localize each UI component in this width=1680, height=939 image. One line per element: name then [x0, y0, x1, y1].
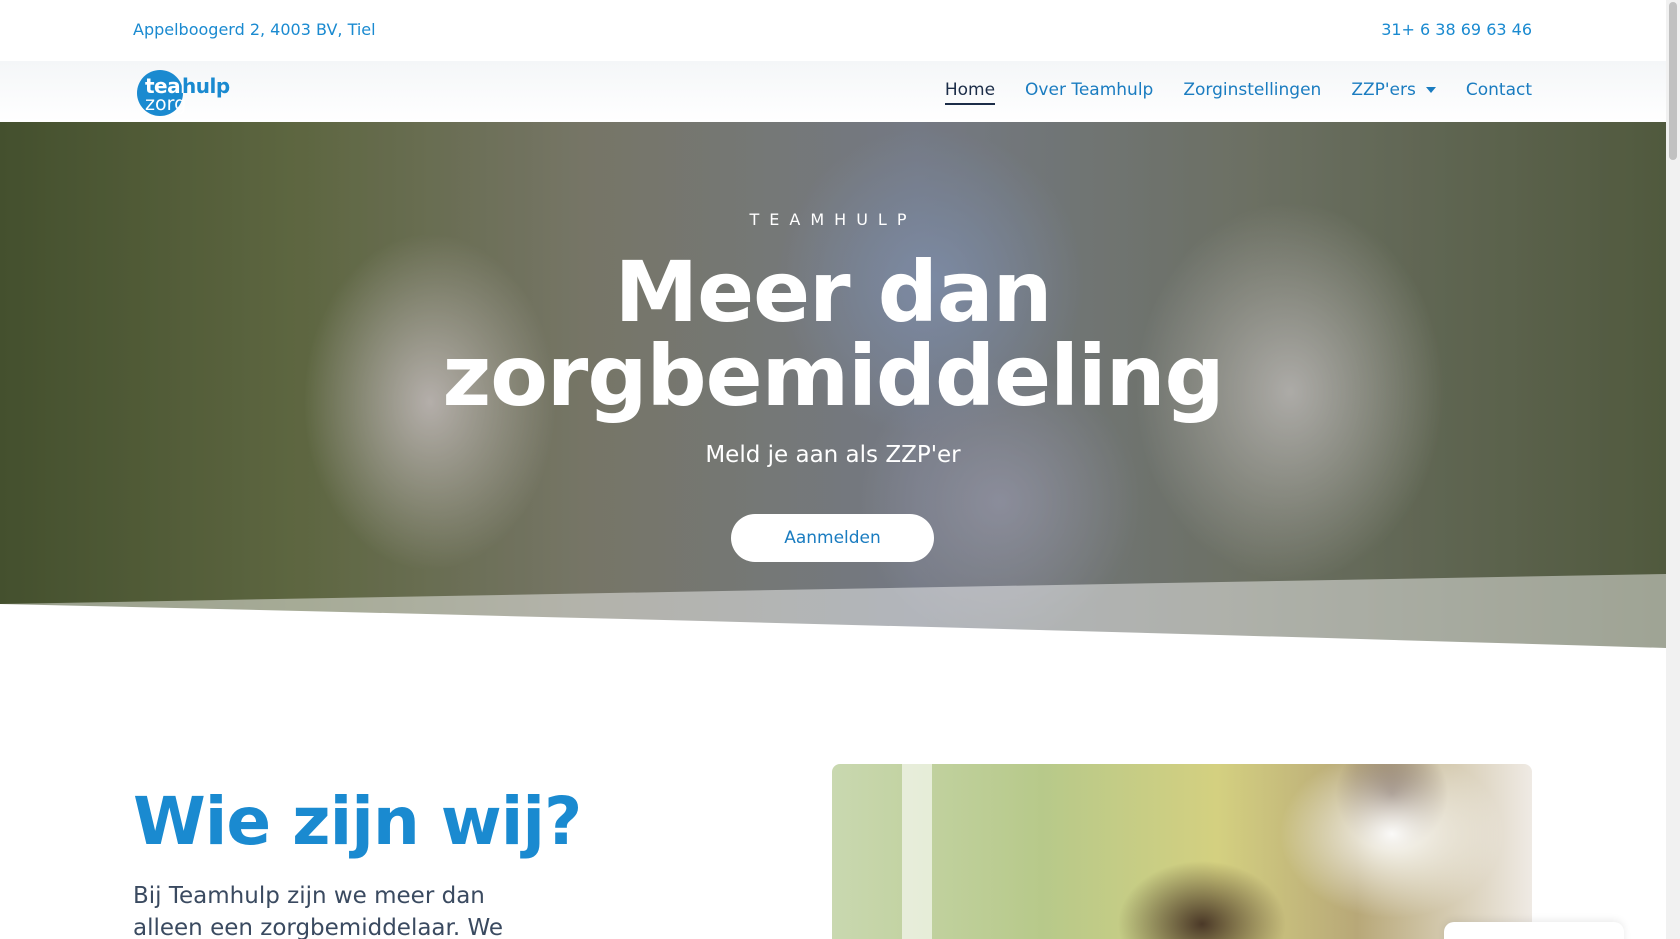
- hero-headline: Meer dan zorgbemiddeling: [0, 250, 1666, 418]
- scrollbar-thumb[interactable]: [1669, 2, 1677, 160]
- about-title: Wie zijn wij?: [133, 783, 582, 860]
- logo-text-zorg: zorg: [145, 93, 187, 115]
- phone-link[interactable]: 31+ 6 38 69 63 46: [1381, 20, 1532, 39]
- main-navigation: team hulp zorg Home Over Teamhulp Zorgin…: [0, 61, 1666, 122]
- logo-text-hulp: hulp: [182, 74, 230, 98]
- hero-headline-line2: zorgbemiddeling: [442, 327, 1224, 425]
- about-photo: [832, 764, 1532, 939]
- hero-section: TEAMHULP Meer dan zorgbemiddeling Meld j…: [0, 122, 1666, 648]
- top-contact-bar: Appelboogerd 2, 4003 BV, Tiel 31+ 6 38 6…: [0, 0, 1666, 61]
- hero-subtitle: Meld je aan als ZZP'er: [705, 442, 961, 468]
- scrollbar[interactable]: [1666, 0, 1680, 939]
- address-link[interactable]: Appelboogerd 2, 4003 BV, Tiel: [133, 20, 376, 39]
- hero-kicker: TEAMHULP: [749, 210, 917, 229]
- nav-item-over-teamhulp[interactable]: Over Teamhulp: [1025, 80, 1153, 100]
- nav-item-contact[interactable]: Contact: [1466, 80, 1532, 100]
- logo[interactable]: team hulp zorg: [135, 67, 247, 117]
- hero-headline-line1: Meer dan: [614, 243, 1053, 341]
- nav-item-zzpers[interactable]: ZZP'ers: [1351, 80, 1436, 100]
- nav-item-zzpers-label[interactable]: ZZP'ers: [1351, 80, 1416, 100]
- aanmelden-button[interactable]: Aanmelden: [731, 514, 934, 562]
- nav-item-home[interactable]: Home: [944, 80, 996, 105]
- floating-widget[interactable]: [1444, 922, 1624, 939]
- chevron-down-icon[interactable]: [1425, 87, 1436, 93]
- nav-item-zorginstellingen[interactable]: Zorginstellingen: [1183, 80, 1321, 100]
- about-text: Bij Teamhulp zijn we meer dan alleen een…: [133, 883, 504, 939]
- nav-menu: Home Over Teamhulp Zorginstellingen ZZP'…: [944, 80, 1532, 105]
- photo-window-detail: [902, 764, 932, 939]
